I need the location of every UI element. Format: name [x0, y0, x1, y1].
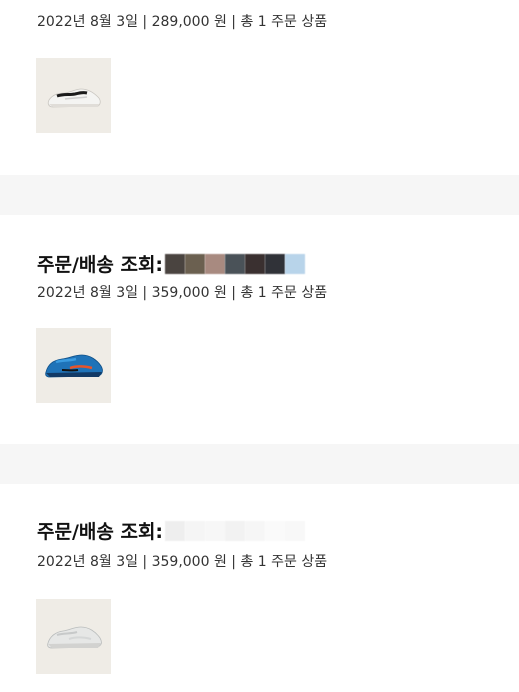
order-title[interactable]: 주문/배송 조회:	[37, 250, 306, 277]
blue-sneaker-icon	[44, 354, 103, 377]
grey-sneaker-icon	[46, 626, 102, 648]
order-title[interactable]: 주문/배송 조회:	[37, 517, 306, 544]
redacted-order-number	[165, 253, 306, 274]
white-sneaker-icon	[47, 88, 101, 107]
order-lookup-label: 주문/배송 조회:	[37, 521, 164, 543]
order-meta: 2022년 8월 3일 | 359,000 원 | 총 1 주문 상품	[37, 285, 328, 301]
product-thumbnail[interactable]	[36, 58, 111, 133]
order-card-3: 주문/배송 조회: 2022년 8월 3일 | 359,000 원 | 총 1 …	[0, 484, 519, 692]
order-meta: 2022년 8월 3일 | 289,000 원 | 총 1 주문 상품	[37, 14, 328, 30]
order-card-1: 2022년 8월 3일 | 289,000 원 | 총 1 주문 상품	[0, 0, 519, 175]
product-thumbnail[interactable]	[36, 328, 111, 403]
order-lookup-label: 주문/배송 조회:	[37, 254, 164, 276]
order-meta: 2022년 8월 3일 | 359,000 원 | 총 1 주문 상품	[37, 554, 328, 570]
product-thumbnail[interactable]	[36, 599, 111, 674]
section-divider	[0, 175, 519, 215]
section-divider	[0, 444, 519, 484]
redacted-order-number	[165, 520, 306, 541]
order-card-2: 주문/배송 조회: 2022년 8월 3일 | 359,000 원 | 총 1 …	[0, 215, 519, 444]
